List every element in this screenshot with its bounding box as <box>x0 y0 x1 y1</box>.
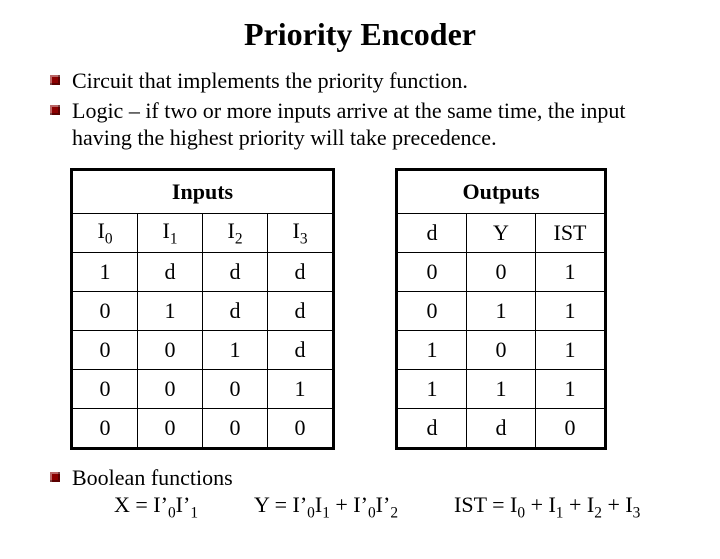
cell: 0 <box>72 369 138 408</box>
cell: 0 <box>397 291 467 330</box>
inputs-group-header: Inputs <box>72 169 334 213</box>
bool-heading: Boolean functions <box>72 465 233 490</box>
equation-line: X = I’0I’1 Y = I’0I1 + I’0I’2 IST = I0 +… <box>114 491 690 523</box>
cell: 0 <box>72 408 138 448</box>
col-header: d <box>397 213 467 252</box>
cell: d <box>268 291 334 330</box>
cell: 1 <box>467 291 536 330</box>
boolean-functions: Boolean functions X = I’0I’1 Y = I’0I1 +… <box>50 464 690 523</box>
equation-x: X = I’0I’1 <box>114 491 198 523</box>
table-row: 0 0 1 d <box>72 330 334 369</box>
equation-y: Y = I’0I1 + I’0I’2 <box>254 491 398 523</box>
cell: 0 <box>138 408 203 448</box>
page-title: Priority Encoder <box>30 16 690 53</box>
cell: 0 <box>138 369 203 408</box>
table-row: 0 1 d d <box>72 291 334 330</box>
table-row: 1 d d d <box>72 252 334 291</box>
cell: 0 <box>467 252 536 291</box>
bullet-list: Circuit that implements the priority fun… <box>30 67 690 152</box>
cell: 1 <box>536 369 606 408</box>
cell: 1 <box>536 291 606 330</box>
cell: 0 <box>72 330 138 369</box>
cell: 0 <box>268 408 334 448</box>
cell: 1 <box>397 330 467 369</box>
col-header: Y <box>467 213 536 252</box>
cell: 0 <box>397 252 467 291</box>
cell: d <box>138 252 203 291</box>
table-row: 1 0 1 <box>397 330 606 369</box>
cell: 0 <box>467 330 536 369</box>
cell: 1 <box>536 330 606 369</box>
table-row: 1 1 1 <box>397 369 606 408</box>
table-row: 0 0 0 0 <box>72 408 334 448</box>
cell: d <box>397 408 467 448</box>
equations-block: Boolean functions X = I’0I’1 Y = I’0I1 +… <box>30 464 690 523</box>
cell: d <box>467 408 536 448</box>
cell: d <box>203 252 268 291</box>
equation-ist: IST = I0 + I1 + I2 + I3 <box>454 491 640 523</box>
tables-row: Inputs I0 I1 I2 I3 1 d d d 0 1 <box>70 168 690 450</box>
col-header: I0 <box>72 213 138 252</box>
cell: d <box>268 330 334 369</box>
table-row: 0 0 1 <box>397 252 606 291</box>
cell: 0 <box>138 330 203 369</box>
table-row: 0 1 1 <box>397 291 606 330</box>
cell: 1 <box>138 291 203 330</box>
outputs-group-header: Outputs <box>397 169 606 213</box>
cell: 1 <box>397 369 467 408</box>
bullet-item: Logic – if two or more inputs arrive at … <box>50 97 690 152</box>
cell: d <box>203 291 268 330</box>
cell: 0 <box>72 291 138 330</box>
cell: 1 <box>203 330 268 369</box>
table-row: 0 0 0 1 <box>72 369 334 408</box>
outputs-table: Outputs d Y IST 0 0 1 0 1 1 <box>395 168 607 450</box>
col-header: I2 <box>203 213 268 252</box>
cell: 1 <box>536 252 606 291</box>
inputs-table: Inputs I0 I1 I2 I3 1 d d d 0 1 <box>70 168 335 450</box>
cell: 1 <box>268 369 334 408</box>
table-row: d d 0 <box>397 408 606 448</box>
cell: d <box>268 252 334 291</box>
col-header: I3 <box>268 213 334 252</box>
cell: 0 <box>536 408 606 448</box>
col-header: IST <box>536 213 606 252</box>
cell: 1 <box>467 369 536 408</box>
slide: Priority Encoder Circuit that implements… <box>0 0 720 559</box>
cell: 1 <box>72 252 138 291</box>
cell: 0 <box>203 408 268 448</box>
bullet-item: Circuit that implements the priority fun… <box>50 67 690 95</box>
col-header: I1 <box>138 213 203 252</box>
cell: 0 <box>203 369 268 408</box>
